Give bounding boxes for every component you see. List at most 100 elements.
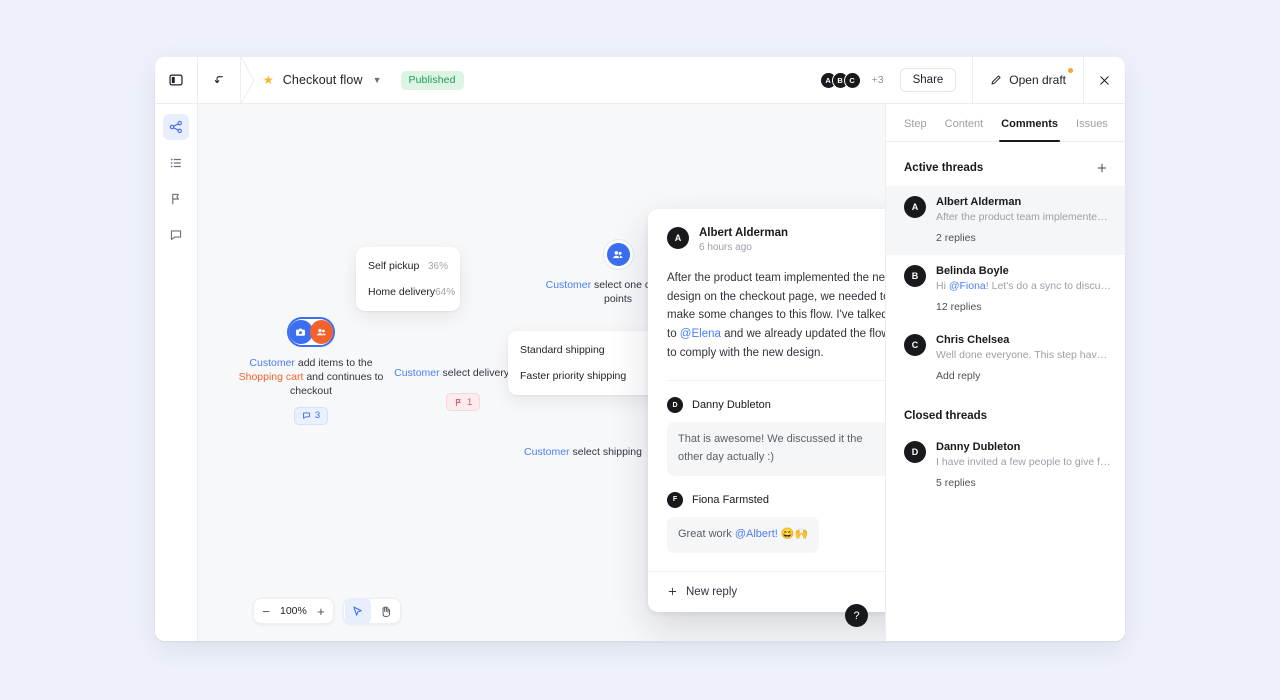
thread-reply-count[interactable]: 12 replies: [936, 301, 1111, 313]
node-label: Customer add items to the Shopping cart …: [236, 356, 386, 399]
flag-icon: [172, 193, 179, 205]
token-cart: Shopping cart: [238, 371, 304, 384]
chevron-down-icon[interactable]: ▼: [373, 75, 382, 85]
comment-reply: F Fiona Farmsted Great work @Albert! 😄🙌: [648, 476, 885, 553]
token-text: select shipping: [569, 446, 642, 458]
thread-preview: After the product team implemented th...: [936, 211, 1111, 223]
hand-tool-button[interactable]: [373, 598, 399, 624]
collaborator-avatars[interactable]: A B C +3: [819, 57, 900, 103]
avatar: D: [667, 397, 683, 414]
reply-header: F Fiona Farmsted: [667, 491, 885, 508]
hand-icon: [382, 605, 391, 617]
avatar-overflow-count: +3: [871, 74, 884, 86]
split-card-shipping[interactable]: Standard shipping Faster priority shippi…: [508, 331, 658, 395]
mention-link[interactable]: @Elena: [680, 328, 721, 340]
closed-threads-header: Closed threads: [886, 393, 1125, 431]
split-percent: 64%: [435, 286, 456, 298]
node-icon: [603, 240, 633, 269]
status-badge: Published: [400, 70, 464, 90]
thread-item[interactable]: B Belinda Boyle Hi @Fiona! Let's do a sy…: [886, 255, 1125, 324]
tab-issues[interactable]: Issues: [1076, 118, 1108, 141]
sidebar-toggle-button[interactable]: [155, 57, 198, 103]
flow-edges: [198, 104, 498, 254]
app-window: ★ Checkout flow ▼ Published A B C +3 Sha…: [155, 57, 1125, 641]
avatar: F: [667, 491, 683, 508]
plus-icon: [1097, 163, 1107, 173]
flow-canvas[interactable]: Customer add items to the Shopping cart …: [198, 104, 885, 641]
users-icon: [309, 320, 333, 344]
pencil-icon: [991, 75, 1001, 85]
add-reply-link[interactable]: Add reply: [936, 370, 1111, 382]
rail-item-comments[interactable]: [163, 222, 189, 248]
panel-toggle-icon: [169, 74, 183, 86]
help-button[interactable]: ?: [845, 604, 868, 627]
zoom-out-button[interactable]: −: [254, 598, 278, 624]
mention-link[interactable]: @Albert!: [735, 528, 778, 540]
right-panel: Step Content Comments Issues Active thre…: [885, 104, 1125, 641]
tab-comments[interactable]: Comments: [999, 118, 1060, 142]
left-rail: [155, 104, 198, 641]
thread-reply-count[interactable]: 2 replies: [936, 232, 1111, 244]
rail-item-list[interactable]: [163, 150, 189, 176]
flow-node-cart[interactable]: Customer add items to the Shopping cart …: [236, 317, 386, 425]
reply-header: D Danny Dubleton: [667, 397, 885, 414]
node-comment-badge[interactable]: 3: [293, 406, 329, 425]
users-icon: [613, 250, 623, 258]
arrow-up-left-icon: [214, 75, 223, 83]
share-button[interactable]: Share: [899, 68, 957, 92]
new-reply-label: New reply: [686, 585, 738, 598]
cursor-tool-button[interactable]: [344, 598, 371, 624]
split-row[interactable]: Standard shipping: [508, 337, 658, 363]
thread-item[interactable]: A Albert Alderman After the product team…: [886, 186, 1125, 255]
open-draft-button[interactable]: Open draft: [973, 57, 1083, 103]
star-icon[interactable]: ★: [263, 74, 274, 86]
tab-step[interactable]: Step: [904, 118, 927, 141]
comment-body: After the product team implemented the n…: [648, 257, 885, 380]
node-issue-badge[interactable]: 1: [446, 393, 481, 411]
thread-item[interactable]: D Danny Dubleton I have invited a few pe…: [886, 431, 1125, 500]
thread-reply-count[interactable]: 5 replies: [936, 477, 1111, 489]
split-row[interactable]: Self pickup 36%: [356, 253, 460, 279]
node-label-shipping: Customer select shipping: [503, 445, 663, 459]
back-button[interactable]: [198, 57, 241, 103]
window-body: Customer add items to the Shopping cart …: [155, 104, 1125, 641]
thread-author: Danny Dubleton: [936, 441, 1021, 453]
node-icon-group: [287, 317, 335, 347]
comment-popup[interactable]: A Albert Alderman 6 hours ago After the …: [648, 209, 885, 612]
close-button[interactable]: [1083, 57, 1125, 103]
token-text: and continues to checkout: [289, 371, 384, 398]
reply-text: Great work: [678, 527, 735, 540]
comment-timestamp: 6 hours ago: [699, 242, 752, 253]
popup-header: A Albert Alderman 6 hours ago: [648, 209, 885, 257]
badge-count: 1: [467, 396, 473, 408]
breadcrumb: ★ Checkout flow ▼ Published: [241, 57, 820, 103]
top-bar-actions: A B C +3 Share Open draft: [819, 57, 1125, 103]
split-row[interactable]: Home delivery 64%: [356, 279, 460, 305]
token-customer: Customer: [524, 446, 570, 458]
thread-item[interactable]: C Chris Chelsea Well done everyone. This…: [886, 324, 1125, 393]
tab-content[interactable]: Content: [945, 118, 984, 141]
avatar[interactable]: C: [843, 71, 861, 89]
avatar: A: [904, 196, 926, 218]
split-row[interactable]: Faster priority shipping: [508, 363, 658, 389]
open-draft-label: Open draft: [1009, 73, 1066, 87]
zoom-in-button[interactable]: +: [309, 598, 333, 624]
preview-text: I have invited a few people to give feed…: [936, 456, 1111, 468]
reply-author: Fiona Farmsted: [692, 493, 770, 506]
cursor-icon: [353, 606, 363, 616]
add-thread-button[interactable]: [1093, 159, 1111, 177]
zoom-group: − 100% +: [253, 598, 334, 624]
preview-text: ! Let's do a sync to discuss the n...: [985, 280, 1111, 292]
rail-item-issues[interactable]: [163, 186, 189, 212]
reply-bubble: Great work @Albert! 😄🙌: [667, 516, 820, 553]
plus-icon: [668, 587, 677, 596]
thread-author: Chris Chelsea: [936, 334, 1010, 346]
breadcrumb-separator: [241, 57, 255, 103]
top-bar: ★ Checkout flow ▼ Published A B C +3 Sha…: [155, 57, 1125, 104]
thread-preview: I have invited a few people to give feed…: [936, 456, 1111, 468]
panel-tabs: Step Content Comments Issues: [886, 104, 1125, 142]
active-threads-header: Active threads: [886, 142, 1125, 186]
rail-item-flow[interactable]: [163, 114, 189, 140]
token-customer: Customer: [545, 279, 592, 291]
split-card-delivery[interactable]: Self pickup 36% Home delivery 64%: [356, 247, 460, 311]
